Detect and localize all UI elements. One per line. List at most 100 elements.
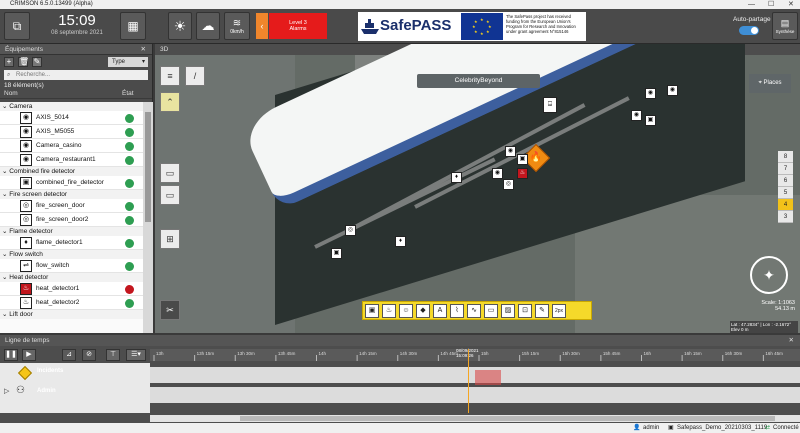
places-button[interactable]: ⌖ Places: [749, 74, 791, 93]
pause-button[interactable]: ❚❚: [4, 349, 18, 361]
edit-equipment-button[interactable]: ✎: [32, 57, 42, 67]
timeline-menu-button[interactable]: ☰▾: [126, 349, 146, 361]
filter-measure-icon[interactable]: ⊡: [518, 304, 532, 318]
close-button[interactable]: ✕: [788, 0, 794, 9]
tree-group[interactable]: ⌄ Camera: [0, 102, 143, 111]
admin-lane[interactable]: [150, 387, 800, 403]
filter-graph-icon[interactable]: ∿: [467, 304, 481, 318]
view-mode-button[interactable]: ⌃: [160, 92, 180, 112]
filter-extinguisher-icon[interactable]: ♨: [382, 304, 396, 318]
equipment-row[interactable]: ◉ AXIS_M5055: [0, 125, 143, 139]
filter-button[interactable]: ⊿: [62, 349, 76, 361]
lane-incidents-label[interactable]: Incidents: [37, 368, 63, 374]
timeline-scroll-thumb[interactable]: [240, 416, 775, 421]
wind-button[interactable]: ≋ 0km/h: [224, 12, 250, 40]
layers-button[interactable]: ≡: [160, 66, 180, 86]
camera-marker-icon[interactable]: ◉: [492, 168, 503, 179]
maximize-button[interactable]: ☐: [768, 0, 774, 9]
time-cursor[interactable]: [468, 349, 469, 413]
equipment-row[interactable]: ▣ combined_fire_detector: [0, 176, 143, 190]
equipment-search-input[interactable]: ⌕ Recherche...: [4, 70, 148, 80]
scroll-thumb[interactable]: [145, 112, 151, 222]
equipment-row[interactable]: ♨ heat_detector1: [0, 282, 143, 296]
equipment-row[interactable]: ♦ flame_detector1: [0, 236, 143, 250]
layout-button[interactable]: ▦: [120, 12, 146, 40]
synthese-button[interactable]: ▤ Synthèse: [772, 12, 798, 40]
filter-pen-icon[interactable]: ✎: [535, 304, 549, 318]
compass-control[interactable]: ✦: [750, 256, 788, 294]
timeline-scrollbar[interactable]: [150, 415, 800, 422]
map-canvas[interactable]: CelebrityBeyond ⌖ Places ≡ / ⌃ ▭ ▭ ⊞ ✂ 8…: [155, 44, 800, 333]
floor-3[interactable]: 3: [778, 211, 793, 223]
floor-4[interactable]: 4: [778, 199, 793, 211]
camera-marker-icon[interactable]: ◉: [667, 85, 678, 96]
equipment-row[interactable]: ⇌ flow_switch: [0, 259, 143, 273]
filter-size-icon[interactable]: 2px: [552, 304, 566, 318]
tree-group[interactable]: ⌄ Fire screen detector: [0, 190, 143, 199]
type-filter-select[interactable]: Type ▾: [108, 57, 148, 67]
clock-date: 08 septembre 2021: [51, 30, 103, 36]
floor-up-button[interactable]: ▭: [160, 163, 180, 183]
tree-group[interactable]: ⌄ Flow switch: [0, 250, 143, 259]
filter-note-icon[interactable]: ▭: [484, 304, 498, 318]
panel-close-icon[interactable]: ✕: [789, 335, 794, 346]
camera-marker-icon[interactable]: ◉: [631, 110, 642, 121]
fire-screen-marker-icon[interactable]: ◎: [345, 225, 356, 236]
equipment-name: flow_switch: [36, 262, 70, 269]
flame-detector-marker-icon[interactable]: ♦: [395, 236, 406, 247]
equipment-row[interactable]: ◎ fire_screen_door2: [0, 213, 143, 227]
add-equipment-button[interactable]: +: [4, 57, 14, 67]
fire-detector-icon: ▣: [20, 177, 32, 189]
equipment-row[interactable]: ◎ fire_screen_door: [0, 199, 143, 213]
ship-name-label[interactable]: CelebrityBeyond: [417, 74, 540, 88]
link-button[interactable]: ⊘: [82, 349, 96, 361]
equipment-row[interactable]: ♨ heat_detector2: [0, 296, 143, 310]
lane-admin-label[interactable]: Admin: [37, 388, 56, 394]
tree-group[interactable]: ⌄ Lift door: [0, 310, 143, 319]
floor-selector[interactable]: 8 7 6 5 4 3: [778, 151, 793, 223]
heat-detector-alarm-icon[interactable]: ♨: [517, 168, 528, 179]
auto-partage-toggle[interactable]: [739, 26, 759, 35]
fire-detector-marker-icon[interactable]: ▣: [517, 154, 528, 165]
floor-5[interactable]: 5: [778, 187, 793, 199]
tree-view-button[interactable]: ⊞: [160, 229, 180, 249]
equipment-row[interactable]: ◉ AXIS_5014: [0, 111, 143, 125]
incident-event-mark[interactable]: [475, 370, 501, 385]
filter-line-icon[interactable]: ⌇: [450, 304, 464, 318]
exit-door-icon[interactable]: ⍈: [543, 97, 557, 113]
minimize-button[interactable]: —: [748, 0, 755, 9]
ruler-button[interactable]: /: [185, 66, 205, 86]
alarm-level-button[interactable]: Level 3 Alarms: [269, 13, 327, 39]
panel-close-icon[interactable]: ✕: [141, 44, 146, 55]
collapse-button[interactable]: ⊤: [106, 349, 120, 361]
expand-arrow-icon[interactable]: ▷: [4, 387, 9, 395]
fire-screen-marker-icon[interactable]: ◎: [503, 179, 514, 190]
play-button[interactable]: ▶: [22, 349, 36, 361]
tree-group[interactable]: ⌄ Combined fire detector: [0, 167, 143, 176]
tree-group[interactable]: ⌄ Flame detector: [0, 227, 143, 236]
equipment-scrollbar[interactable]: [143, 102, 153, 333]
fire-detector-marker-icon[interactable]: ▣: [645, 115, 656, 126]
weather-rain-button[interactable]: ☁: [196, 12, 220, 40]
alarm-prev-button[interactable]: ‹: [256, 13, 268, 39]
filter-person-icon[interactable]: ☺: [399, 304, 413, 318]
floor-8[interactable]: 8: [778, 151, 793, 163]
weather-sun-button[interactable]: ☀: [168, 12, 192, 40]
filter-zone-icon[interactable]: ▨: [501, 304, 515, 318]
tools-button[interactable]: ✂: [160, 300, 180, 320]
filter-incident-icon[interactable]: ◆: [416, 304, 430, 318]
floor-6[interactable]: 6: [778, 175, 793, 187]
fire-detector-marker-icon[interactable]: ▣: [331, 248, 342, 259]
filter-text-icon[interactable]: A: [433, 304, 447, 318]
flame-detector-marker-icon[interactable]: ♦: [451, 172, 462, 183]
floor-down-button[interactable]: ▭: [160, 185, 180, 205]
equipment-row[interactable]: ◉ Camera_restaurant1: [0, 153, 143, 167]
camera-marker-icon[interactable]: ◉: [645, 88, 656, 99]
filter-fire-detector-icon[interactable]: ▣: [365, 304, 379, 318]
floor-7[interactable]: 7: [778, 163, 793, 175]
equipment-row[interactable]: ◉ Camera_casino: [0, 139, 143, 153]
tree-group[interactable]: ⌄ Heat detector: [0, 273, 143, 282]
camera-marker-icon[interactable]: ◉: [505, 146, 516, 157]
delete-equipment-button[interactable]: 🗑: [18, 57, 29, 67]
app-menu-button[interactable]: ⧉: [4, 12, 30, 40]
